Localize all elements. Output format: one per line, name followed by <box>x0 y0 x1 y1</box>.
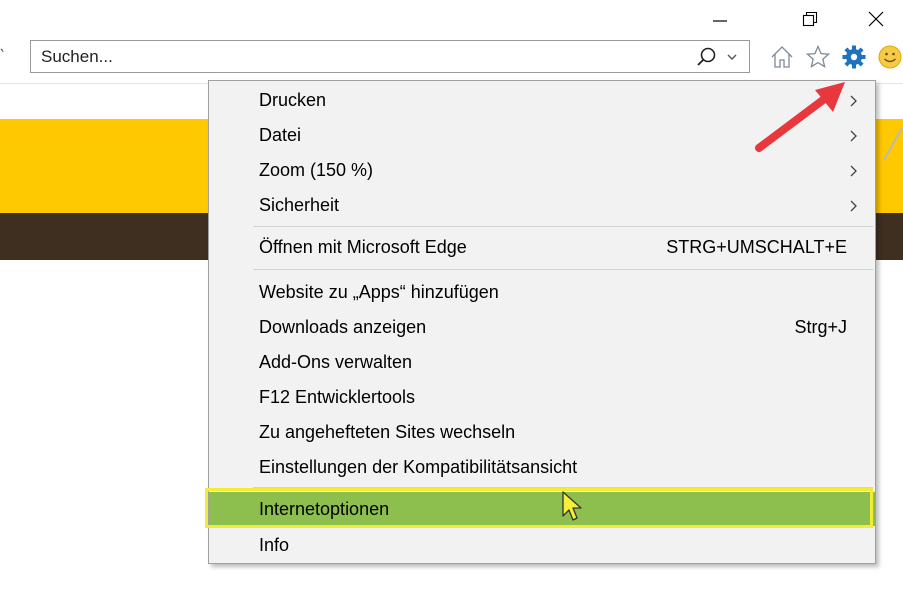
menu-item-label: Einstellungen der Kompatibilitätsansicht <box>259 457 578 477</box>
chevron-right-icon <box>850 200 857 212</box>
menu-item-label: Internetoptionen <box>259 499 390 519</box>
menu-item-label: Datei <box>259 125 302 145</box>
minimize-icon <box>713 20 727 22</box>
search-icon[interactable] <box>695 45 719 69</box>
menu-item-label: F12 Entwicklertools <box>259 387 416 407</box>
restore-icon <box>802 11 818 27</box>
search-box[interactable] <box>30 40 750 73</box>
menu-item-label: Website zu „Apps“ hinzufügen <box>259 282 499 302</box>
home-icon[interactable] <box>769 44 795 70</box>
menu-item-addons[interactable]: Add-Ons verwalten <box>209 345 875 379</box>
chevron-right-icon <box>850 165 857 177</box>
menu-item-label: Drucken <box>259 90 327 110</box>
menu-item-internetoptionen[interactable]: Internetoptionen <box>205 488 875 528</box>
menu-item-devtools[interactable]: F12 Entwicklertools <box>209 380 875 414</box>
tools-gear-icon[interactable] <box>841 44 867 70</box>
menu-item-label: Add-Ons verwalten <box>259 352 413 372</box>
menu-item-label: Zoom (150 %) <box>259 160 374 180</box>
close-icon <box>868 11 884 27</box>
restore-button[interactable] <box>790 6 830 32</box>
menu-item-label: Öffnen mit Microsoft Edge <box>259 237 467 257</box>
menu-item-label: Zu angehefteten Sites wechseln <box>259 422 516 442</box>
menu-item-shortcut: Strg+J <box>794 317 847 337</box>
menu-item-sicherheit[interactable]: Sicherheit <box>209 188 875 222</box>
menu-item-downloads[interactable]: Downloads anzeigen Strg+J <box>209 310 875 344</box>
chevron-down-icon[interactable] <box>725 50 739 64</box>
menu-item-open-with-edge[interactable]: Öffnen mit Microsoft Edge STRG+UMSCHALT+… <box>209 230 875 264</box>
feedback-smiley-icon[interactable] <box>877 44 903 70</box>
annotation-arrow-icon <box>755 82 845 152</box>
menu-item-add-to-apps[interactable]: Website zu „Apps“ hinzufügen <box>209 275 875 309</box>
menu-item-pinned-sites[interactable]: Zu angehefteten Sites wechseln <box>209 415 875 449</box>
favorites-star-icon[interactable] <box>805 44 831 70</box>
minimize-button[interactable] <box>700 6 740 32</box>
address-edge-fragment: ‵ <box>0 46 5 66</box>
menu-item-compat-view[interactable]: Einstellungen der Kompatibilitätsansicht <box>209 450 875 484</box>
close-button[interactable] <box>856 6 896 32</box>
menu-item-label: Sicherheit <box>259 195 340 215</box>
menu-item-label: Downloads anzeigen <box>259 317 427 337</box>
menu-separator <box>253 226 873 227</box>
mouse-cursor-icon <box>562 491 582 521</box>
menu-separator <box>253 269 873 270</box>
page-decoration <box>883 127 903 161</box>
search-input[interactable] <box>41 47 681 67</box>
menu-item-shortcut: STRG+UMSCHALT+E <box>666 237 847 257</box>
menu-item-label: Info <box>259 535 290 555</box>
menu-item-info[interactable]: Info <box>209 528 875 562</box>
